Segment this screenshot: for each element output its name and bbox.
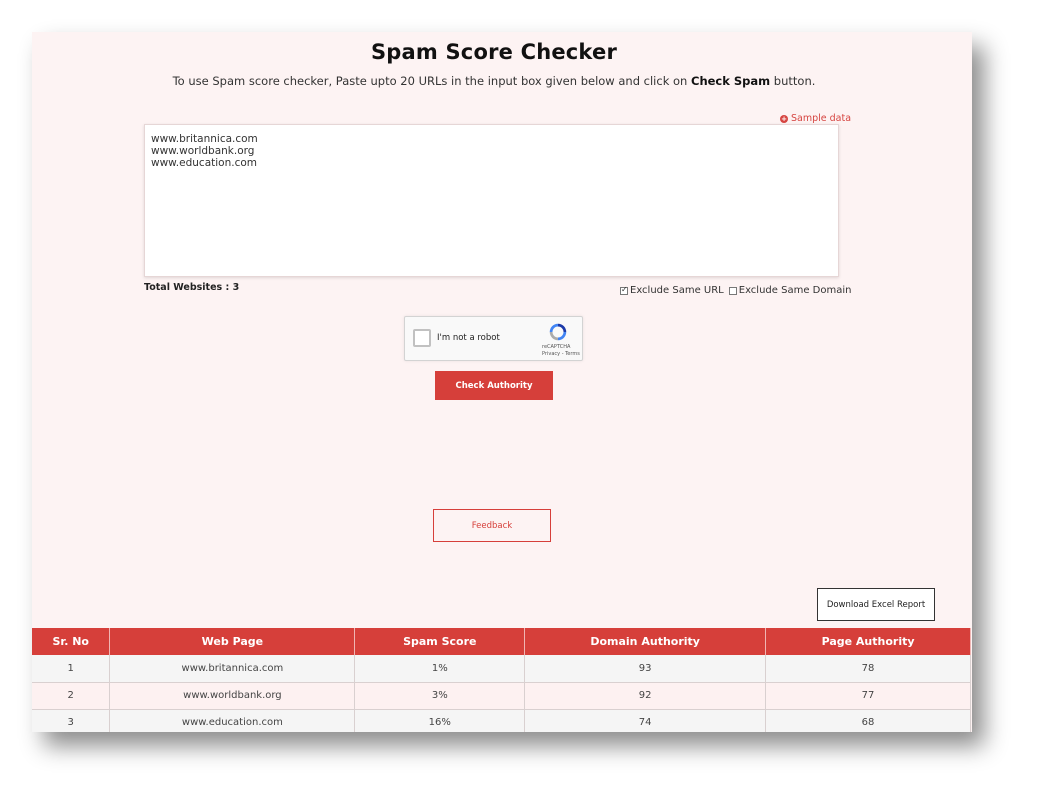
cell-web-page: www.worldbank.org: [109, 682, 356, 710]
url-input[interactable]: [144, 124, 839, 277]
page-title: Spam Score Checker: [370, 40, 618, 64]
cell-page-authority: 77: [765, 682, 971, 710]
exclude-options: Exclude Same URL Exclude Same Domain: [620, 285, 851, 296]
header-sr-no: Sr. No: [32, 628, 111, 655]
exclude-same-url-checkbox[interactable]: [620, 285, 628, 295]
exclude-same-domain-checkbox[interactable]: [728, 286, 737, 295]
table-row: 1 www.britannica.com 1% 93 78: [32, 655, 971, 683]
total-websites: Total Websites : 3: [144, 282, 240, 293]
instruction-text: To use Spam score checker, Paste upto 20…: [32, 74, 956, 88]
cell-sr-no: 3: [32, 709, 111, 732]
header-web-page: Web Page: [109, 628, 356, 655]
cell-sr-no: 2: [32, 682, 111, 710]
header-spam-score: Spam Score: [354, 628, 526, 655]
download-excel-button[interactable]: Download Excel Report: [817, 588, 935, 621]
results-table: Sr. No Web Page Spam Score Domain Author…: [32, 628, 971, 732]
exclude-same-url-label: Exclude Same URL: [630, 285, 724, 296]
table-header-row: Sr. No Web Page Spam Score Domain Author…: [32, 628, 971, 655]
recaptcha-checkbox[interactable]: [413, 329, 431, 347]
recaptcha-brand: reCAPTCHA: [542, 344, 571, 350]
cell-domain-authority: 93: [524, 655, 767, 683]
plus-circle-icon: +: [780, 114, 788, 123]
instruction-bold: Check Spam: [691, 74, 771, 88]
recaptcha-widget: I'm not a robot reCAPTCHA Privacy - Term…: [404, 316, 583, 361]
instruction-suffix: button.: [770, 74, 816, 88]
cell-spam-score: 1%: [354, 655, 526, 683]
recaptcha-label: I'm not a robot: [437, 333, 500, 343]
exclude-same-domain-option[interactable]: Exclude Same Domain: [728, 285, 852, 296]
instruction-prefix: To use Spam score checker, Paste upto 20…: [172, 74, 691, 88]
cell-spam-score: 16%: [354, 709, 526, 732]
cell-domain-authority: 74: [524, 709, 767, 732]
header-domain-authority: Domain Authority: [524, 628, 767, 655]
cell-sr-no: 1: [32, 655, 111, 683]
cell-spam-score: 3%: [354, 682, 526, 710]
sample-data-link[interactable]: + Sample data: [780, 113, 851, 124]
table-row: 3 www.education.com 16% 74 68: [32, 709, 971, 732]
cell-page-authority: 78: [765, 655, 971, 683]
cell-page-authority: 68: [765, 709, 971, 732]
cell-domain-authority: 92: [524, 682, 767, 710]
recaptcha-links[interactable]: Privacy - Terms: [542, 351, 580, 357]
check-authority-button[interactable]: Check Authority: [435, 371, 553, 400]
exclude-same-domain-label: Exclude Same Domain: [738, 285, 852, 296]
recaptcha-logo-icon: [549, 323, 567, 341]
exclude-same-url-option[interactable]: Exclude Same URL: [620, 285, 724, 296]
header-page-authority: Page Authority: [765, 628, 971, 655]
cell-web-page: www.britannica.com: [109, 655, 356, 683]
feedback-button[interactable]: Feedback: [433, 509, 551, 542]
sample-data-label: Sample data: [791, 113, 852, 124]
cell-web-page: www.education.com: [109, 709, 356, 732]
table-row: 2 www.worldbank.org 3% 92 77: [32, 682, 971, 710]
spam-checker-panel: Spam Score Checker To use Spam score che…: [32, 32, 972, 732]
